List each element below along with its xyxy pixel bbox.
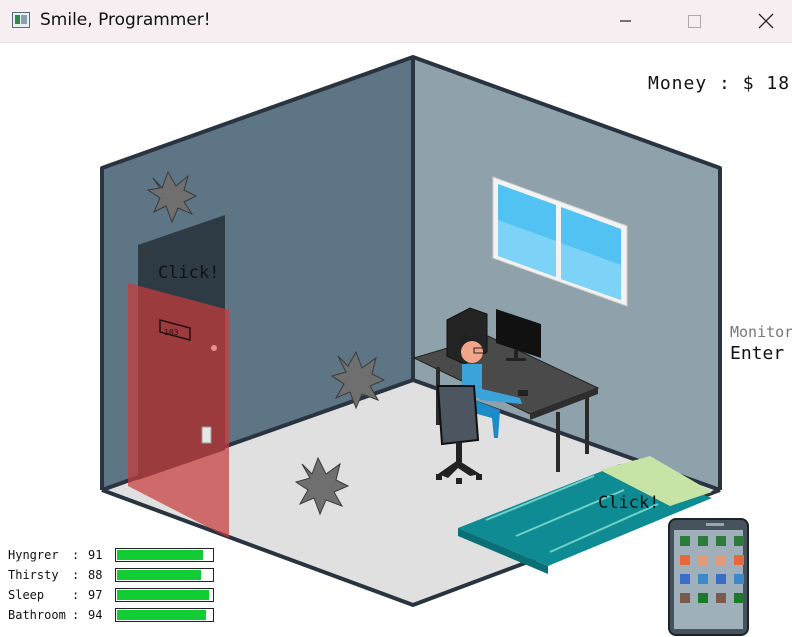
monitor-hint: Monitor: [730, 323, 792, 341]
phone-app-icon[interactable]: [680, 555, 690, 565]
stat-bar-fill: [117, 610, 207, 620]
phone-app-icon[interactable]: [698, 555, 708, 565]
stat-value: 97: [88, 588, 103, 602]
door-number: 103: [164, 328, 179, 337]
phone-app-icon[interactable]: [734, 555, 744, 565]
stat-label: Hyngrer: [8, 548, 59, 562]
stat-row-sleep: Sleep : 97: [8, 588, 218, 608]
stat-separator: :: [72, 548, 80, 562]
stat-separator: :: [72, 568, 80, 582]
stat-bar: [115, 588, 214, 602]
stat-bar-fill: [117, 590, 210, 600]
phone-app-icon[interactable]: [698, 574, 708, 584]
stat-value: 94: [88, 608, 103, 622]
stat-bar: [115, 568, 214, 582]
stat-separator: :: [72, 588, 80, 602]
phone-icon[interactable]: [668, 518, 749, 636]
stat-label: Sleep: [8, 588, 45, 602]
phone-app-icon[interactable]: [698, 536, 708, 546]
maximize-button[interactable]: [672, 0, 718, 42]
maximize-icon: [688, 15, 701, 28]
phone-app-icon[interactable]: [698, 593, 708, 603]
enter-hint[interactable]: Enter: [730, 343, 784, 364]
close-button[interactable]: [742, 0, 788, 42]
app-window-icon: [12, 12, 30, 28]
stat-value: 88: [88, 568, 103, 582]
phone-app-icon[interactable]: [716, 593, 726, 603]
door-stopper: [201, 426, 212, 444]
phone-app-icon[interactable]: [734, 593, 744, 603]
stat-separator: :: [72, 608, 80, 622]
phone-app-icon[interactable]: [734, 574, 744, 584]
window-title: Smile, Programmer!: [40, 10, 211, 30]
stat-row-hunger: Hyngrer : 91: [8, 548, 218, 568]
stat-row-thirst: Thirsty : 88: [8, 568, 218, 588]
close-icon: [758, 13, 774, 29]
door-knob: [211, 345, 217, 351]
door-click-hint[interactable]: Click!: [158, 263, 219, 283]
stat-row-bathroom: Bathroom : 94: [8, 608, 218, 628]
minimize-button[interactable]: [602, 0, 648, 42]
stat-bar: [115, 608, 214, 622]
phone-app-icon[interactable]: [716, 555, 726, 565]
stat-value: 91: [88, 548, 103, 562]
stat-bar: [115, 548, 214, 562]
title-bar: Smile, Programmer!: [0, 0, 792, 43]
stat-bar-fill: [117, 550, 204, 560]
phone-app-icon[interactable]: [680, 574, 690, 584]
stat-bar-fill: [117, 570, 201, 580]
phone-app-icon[interactable]: [680, 536, 690, 546]
phone-app-icon[interactable]: [716, 536, 726, 546]
minimize-icon: [620, 20, 631, 22]
phone-app-icon[interactable]: [734, 536, 744, 546]
stat-label: Thirsty: [8, 568, 59, 582]
phone-app-icon[interactable]: [680, 593, 690, 603]
phone-app-icon[interactable]: [716, 574, 726, 584]
money-counter: Money : $ 18: [648, 73, 791, 94]
bed-click-hint[interactable]: Click!: [598, 493, 659, 513]
stat-label: Bathroom: [8, 608, 66, 622]
